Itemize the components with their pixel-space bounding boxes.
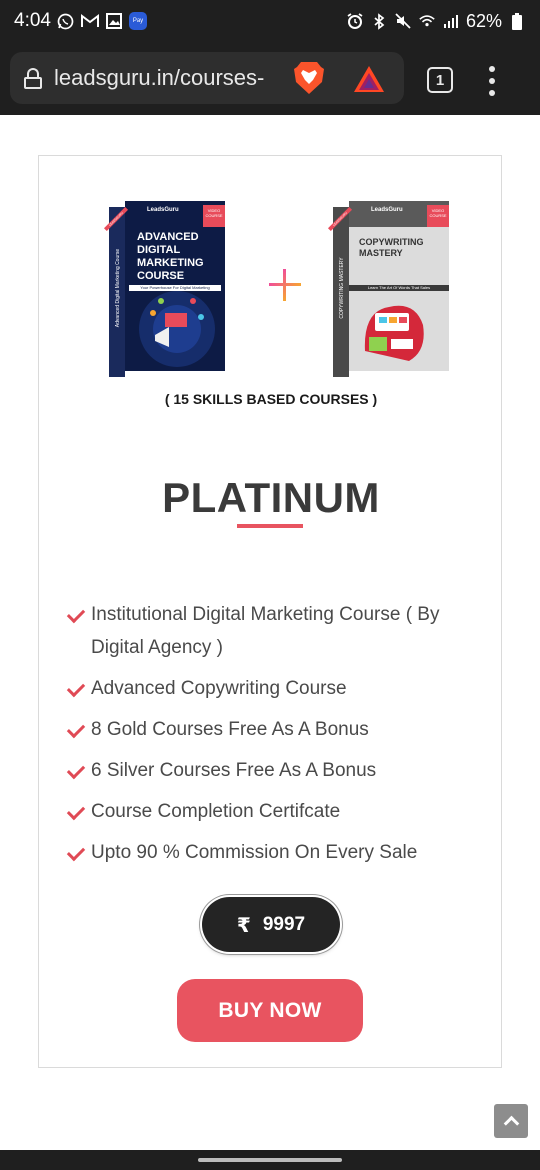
mute-icon bbox=[394, 12, 412, 30]
battery-percent: 62% bbox=[465, 10, 502, 31]
box2-brand: LeadsGuru bbox=[371, 207, 403, 213]
price-badge: ₹ 9997 bbox=[202, 897, 340, 952]
wifi-icon bbox=[418, 12, 436, 30]
box2-title: COPYWRITING MASTERY bbox=[359, 237, 424, 258]
buy-now-button[interactable]: BUY NOW bbox=[177, 979, 363, 1042]
course-box-advanced-digital-marketing: LeadsGuru VIDEO COURSE ADVANCED DIGITAL … bbox=[103, 201, 225, 381]
product-bundle-image: LeadsGuru VIDEO COURSE ADVANCED DIGITAL … bbox=[103, 201, 449, 386]
feature-text: Upto 90 % Commission On Every Sale bbox=[91, 842, 418, 863]
box1-spine: Advanced Digital Marketing Course bbox=[115, 248, 121, 328]
gmail-icon bbox=[80, 12, 99, 30]
clock: 4:04 bbox=[14, 10, 51, 31]
feature-text: Advanced Copywriting Course bbox=[91, 678, 347, 699]
skills-caption: ( 15 SKILLS BASED COURSES ) bbox=[164, 391, 378, 407]
check-icon bbox=[67, 598, 91, 631]
page-content: LeadsGuru VIDEO COURSE ADVANCED DIGITAL … bbox=[0, 115, 540, 1150]
whatsapp-icon bbox=[57, 12, 75, 30]
rupee-icon: ₹ bbox=[236, 912, 251, 937]
title-underline bbox=[237, 524, 303, 528]
bluetooth-icon bbox=[370, 12, 388, 30]
overflow-menu-icon[interactable] bbox=[486, 66, 498, 96]
tab-switcher-button[interactable]: 1 bbox=[427, 67, 453, 93]
feature-text: Institutional Digital Marketing Course (… bbox=[91, 604, 440, 658]
feature-item: Institutional Digital Marketing Course (… bbox=[67, 598, 487, 664]
status-bar: 4:04 Pay 62% bbox=[0, 0, 540, 42]
feature-item: Upto 90 % Commission On Every Sale bbox=[67, 836, 487, 869]
box1-brand: LeadsGuru bbox=[147, 207, 179, 213]
feature-text: 8 Gold Courses Free As A Bonus bbox=[91, 719, 369, 740]
pricing-card: LeadsGuru VIDEO COURSE ADVANCED DIGITAL … bbox=[38, 155, 502, 1068]
check-icon bbox=[67, 713, 91, 746]
box2-tag: VIDEO COURSE bbox=[429, 208, 447, 218]
plan-title: PLATINUM bbox=[162, 474, 380, 521]
paytm-icon: Pay bbox=[128, 12, 147, 30]
url-text[interactable]: leadsguru.in/courses- bbox=[54, 65, 274, 91]
feature-item: 6 Silver Courses Free As A Bonus bbox=[67, 754, 487, 787]
check-icon bbox=[67, 672, 91, 705]
battery-icon bbox=[508, 12, 526, 30]
box1-title: ADVANCED DIGITAL MARKETING COURSE bbox=[137, 231, 204, 282]
box2-spine: COPYWRITING MASTERY bbox=[339, 257, 345, 319]
box2-subtitle: Learn The Art Of Words That Sales bbox=[367, 285, 431, 290]
plus-icon bbox=[269, 269, 301, 301]
brave-shields-icon[interactable] bbox=[292, 60, 326, 96]
system-nav-bar bbox=[0, 1150, 540, 1170]
box1-tag: VIDEO COURSE bbox=[205, 208, 223, 218]
feature-item: Advanced Copywriting Course bbox=[67, 672, 487, 705]
lock-icon[interactable] bbox=[24, 68, 42, 89]
feature-text: 6 Silver Courses Free As A Bonus bbox=[91, 760, 377, 781]
brave-rewards-icon[interactable] bbox=[352, 64, 386, 94]
home-gesture-handle[interactable] bbox=[198, 1158, 342, 1162]
feature-text: Course Completion Certifcate bbox=[91, 801, 341, 822]
feature-item: 8 Gold Courses Free As A Bonus bbox=[67, 713, 487, 746]
gallery-icon bbox=[105, 12, 123, 30]
browser-toolbar: leadsguru.in/courses- 1 bbox=[0, 42, 540, 115]
check-icon bbox=[67, 754, 91, 787]
box1-subtitle: Your Powerhouse For Digital Marketing bbox=[140, 285, 210, 290]
course-box-copywriting-mastery: LeadsGuru VIDEO COURSE COPYWRITING MASTE… bbox=[327, 201, 449, 381]
signal-icon bbox=[442, 12, 460, 30]
feature-item: Course Completion Certifcate bbox=[67, 795, 487, 828]
scroll-to-top-button[interactable] bbox=[494, 1104, 528, 1138]
address-bar[interactable]: leadsguru.in/courses- bbox=[10, 52, 404, 104]
feature-list: Institutional Digital Marketing Course (… bbox=[67, 598, 487, 877]
price-amount: 9997 bbox=[262, 913, 306, 935]
check-icon bbox=[67, 795, 91, 828]
check-icon bbox=[67, 836, 91, 869]
alarm-icon bbox=[346, 12, 364, 30]
